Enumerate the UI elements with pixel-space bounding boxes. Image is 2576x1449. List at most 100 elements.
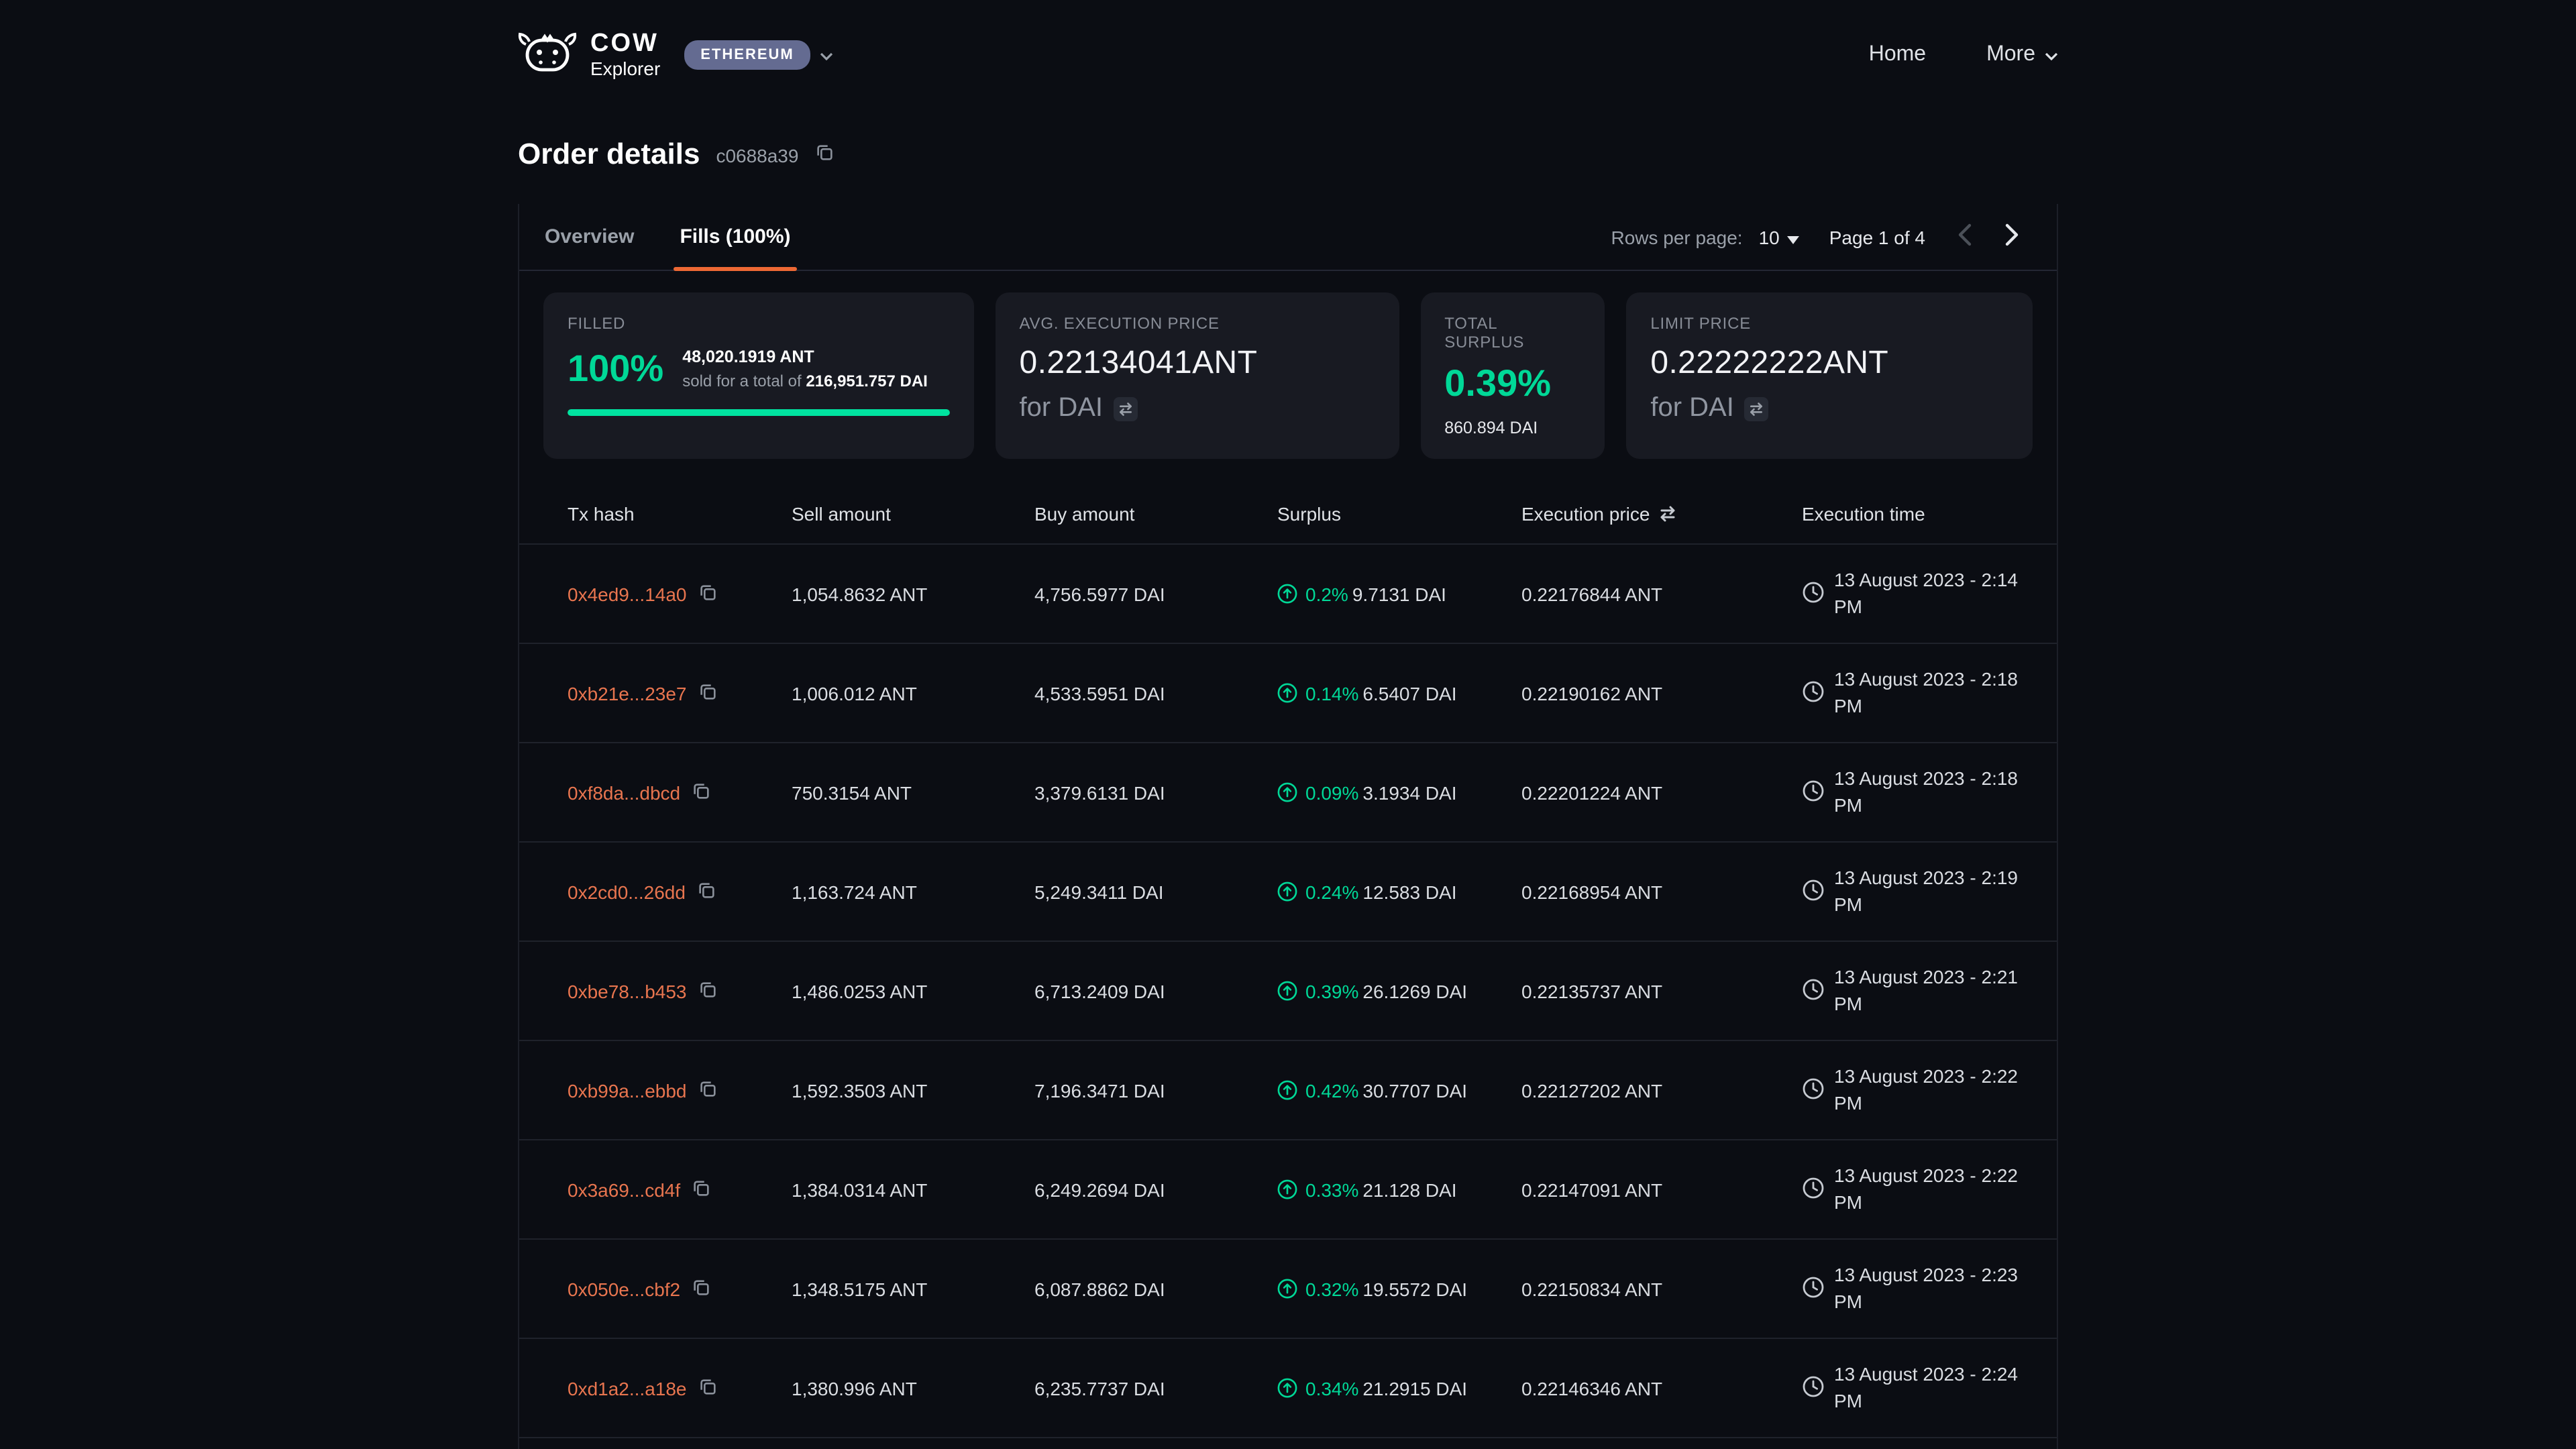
tx-hash-link[interactable]: 0x2cd0...26dd bbox=[568, 881, 686, 902]
logo[interactable]: COW Explorer bbox=[518, 30, 660, 80]
clock-icon bbox=[1802, 1275, 1825, 1302]
clock-icon bbox=[1802, 1077, 1825, 1104]
execution-time-text: 13 August 2023 - 2:23 PM bbox=[1834, 1263, 2049, 1315]
clock-icon bbox=[1802, 779, 1825, 806]
next-page-button[interactable] bbox=[1996, 217, 2027, 256]
fills-table-body: 0x4ed9...14a0 1,054.8632 ANT 4,756.5977 … bbox=[519, 545, 2057, 1438]
clock-icon bbox=[1802, 878, 1825, 905]
surplus-up-icon bbox=[1277, 1378, 1297, 1398]
copy-tx-hash-button[interactable] bbox=[691, 1177, 711, 1201]
column-execution-price: Execution price bbox=[1521, 502, 1802, 524]
tx-hash-link[interactable]: 0xbe78...b453 bbox=[568, 980, 687, 1002]
limit-price-card: LIMIT PRICE 0.22222222ANT for DAI bbox=[1626, 292, 2033, 459]
copy-tx-hash-button[interactable] bbox=[691, 780, 711, 804]
swap-price-icon[interactable] bbox=[1745, 397, 1769, 421]
tx-hash-link[interactable]: 0xf8da...dbcd bbox=[568, 782, 680, 803]
tx-hash-cell: 0x2cd0...26dd bbox=[568, 879, 792, 904]
tab-overview[interactable]: Overview bbox=[522, 204, 657, 270]
copy-icon bbox=[814, 142, 835, 166]
surplus-cell: 0.09% 3.1934 DAI bbox=[1277, 782, 1521, 803]
sell-amount-cell: 1,006.012 ANT bbox=[792, 682, 1034, 704]
execution-price-cell: 0.22201224 ANT bbox=[1521, 782, 1802, 803]
total-surplus-label: TOTAL SURPLUS bbox=[1444, 314, 1580, 352]
tx-hash-link[interactable]: 0xd1a2...a18e bbox=[568, 1377, 687, 1399]
execution-price-cell: 0.22176844 ANT bbox=[1521, 583, 1802, 604]
logo-title: COW bbox=[590, 31, 660, 59]
buy-amount-cell: 6,713.2409 DAI bbox=[1034, 980, 1277, 1002]
copy-tx-hash-button[interactable] bbox=[698, 1376, 718, 1400]
surplus-amount: 21.2915 DAI bbox=[1362, 1377, 1467, 1399]
surplus-amount: 30.7707 DAI bbox=[1362, 1079, 1467, 1101]
tx-hash-cell: 0xb21e...23e7 bbox=[568, 681, 792, 705]
network-selector[interactable]: ETHEREUM bbox=[684, 40, 833, 70]
copy-tx-hash-button[interactable] bbox=[696, 879, 716, 904]
tx-hash-link[interactable]: 0x4ed9...14a0 bbox=[568, 583, 687, 604]
surplus-percent: 0.24% bbox=[1305, 881, 1358, 902]
copy-tx-hash-button[interactable] bbox=[698, 582, 718, 606]
copy-tx-hash-button[interactable] bbox=[698, 681, 718, 705]
copy-icon bbox=[698, 1078, 718, 1102]
sell-amount-cell: 1,348.5175 ANT bbox=[792, 1278, 1034, 1299]
nav-more[interactable]: More bbox=[1986, 43, 2058, 67]
avg-execution-price-card: AVG. EXECUTION PRICE 0.22134041ANT for D… bbox=[996, 292, 1399, 459]
tx-hash-link[interactable]: 0xb21e...23e7 bbox=[568, 682, 687, 704]
nav-home[interactable]: Home bbox=[1869, 43, 1926, 67]
execution-price-cell: 0.22150834 ANT bbox=[1521, 1278, 1802, 1299]
surplus-up-icon bbox=[1277, 1279, 1297, 1299]
copy-order-id-button[interactable] bbox=[814, 142, 835, 166]
tx-hash-link[interactable]: 0xb99a...ebbd bbox=[568, 1079, 687, 1101]
execution-time-text: 13 August 2023 - 2:22 PM bbox=[1834, 1064, 2049, 1116]
tab-fills[interactable]: Fills (100%) bbox=[657, 204, 813, 270]
execution-time-text: 13 August 2023 - 2:21 PM bbox=[1834, 965, 2049, 1017]
table-row: 0xd1a2...a18e 1,380.996 ANT 6,235.7737 D… bbox=[519, 1339, 2057, 1438]
surplus-amount: 19.5572 DAI bbox=[1362, 1278, 1467, 1299]
execution-time-cell: 13 August 2023 - 2:24 PM bbox=[1802, 1362, 2049, 1414]
table-row: 0xb21e...23e7 1,006.012 ANT 4,533.5951 D… bbox=[519, 644, 2057, 743]
surplus-up-icon bbox=[1277, 782, 1297, 802]
copy-icon bbox=[698, 1376, 718, 1400]
sell-amount-cell: 1,592.3503 ANT bbox=[792, 1079, 1034, 1101]
execution-time-text: 13 August 2023 - 2:22 PM bbox=[1834, 1163, 2049, 1216]
surplus-percent: 0.42% bbox=[1305, 1079, 1358, 1101]
previous-page-button[interactable] bbox=[1949, 217, 1980, 256]
table-row: 0xf8da...dbcd 750.3154 ANT 3,379.6131 DA… bbox=[519, 743, 2057, 843]
cow-explorer-page: COW Explorer ETHEREUM Home More bbox=[0, 0, 2576, 1449]
execution-time-text: 13 August 2023 - 2:19 PM bbox=[1834, 865, 2049, 918]
app-header: COW Explorer ETHEREUM Home More bbox=[0, 0, 2576, 91]
column-execution-time: Execution time bbox=[1802, 502, 2041, 524]
execution-time-cell: 13 August 2023 - 2:18 PM bbox=[1802, 667, 2049, 719]
rows-per-page-select[interactable]: 10 bbox=[1759, 226, 1800, 248]
surplus-cell: 0.2% 9.7131 DAI bbox=[1277, 583, 1521, 604]
filled-card: FILLED 100% 48,020.1919 ANT sold for a t… bbox=[543, 292, 974, 459]
page-status: Page 1 of 4 bbox=[1829, 226, 1925, 248]
swap-price-units-icon[interactable] bbox=[1658, 504, 1676, 523]
swap-price-icon[interactable] bbox=[1114, 397, 1138, 421]
copy-tx-hash-button[interactable] bbox=[698, 979, 718, 1003]
clock-icon bbox=[1802, 1375, 1825, 1401]
surplus-up-icon bbox=[1277, 584, 1297, 604]
buy-amount-cell: 4,533.5951 DAI bbox=[1034, 682, 1277, 704]
limit-price-quote: for DAI bbox=[1650, 394, 1734, 425]
order-details-panel: Overview Fills (100%) Rows per page: 10 … bbox=[518, 204, 2058, 1449]
surplus-amount: 26.1269 DAI bbox=[1362, 980, 1467, 1002]
copy-icon bbox=[691, 1277, 711, 1301]
tx-hash-link[interactable]: 0x3a69...cd4f bbox=[568, 1179, 680, 1200]
buy-amount-cell: 3,379.6131 DAI bbox=[1034, 782, 1277, 803]
column-tx-hash: Tx hash bbox=[568, 502, 792, 524]
tx-hash-cell: 0xbe78...b453 bbox=[568, 979, 792, 1003]
sell-amount-cell: 1,054.8632 ANT bbox=[792, 583, 1034, 604]
copy-tx-hash-button[interactable] bbox=[691, 1277, 711, 1301]
copy-icon bbox=[691, 1177, 711, 1201]
surplus-up-icon bbox=[1277, 1179, 1297, 1199]
tx-hash-link[interactable]: 0x050e...cbf2 bbox=[568, 1278, 680, 1299]
execution-time-text: 13 August 2023 - 2:18 PM bbox=[1834, 766, 2049, 818]
surplus-percent: 0.32% bbox=[1305, 1278, 1358, 1299]
table-row: 0x050e...cbf2 1,348.5175 ANT 6,087.8862 … bbox=[519, 1240, 2057, 1339]
surplus-amount: 9.7131 DAI bbox=[1352, 583, 1446, 604]
surplus-cell: 0.33% 21.128 DAI bbox=[1277, 1179, 1521, 1200]
column-surplus: Surplus bbox=[1277, 502, 1521, 524]
sell-amount-cell: 1,486.0253 ANT bbox=[792, 980, 1034, 1002]
copy-tx-hash-button[interactable] bbox=[698, 1078, 718, 1102]
summary-cards: FILLED 100% 48,020.1919 ANT sold for a t… bbox=[519, 271, 2057, 478]
copy-icon bbox=[698, 979, 718, 1003]
